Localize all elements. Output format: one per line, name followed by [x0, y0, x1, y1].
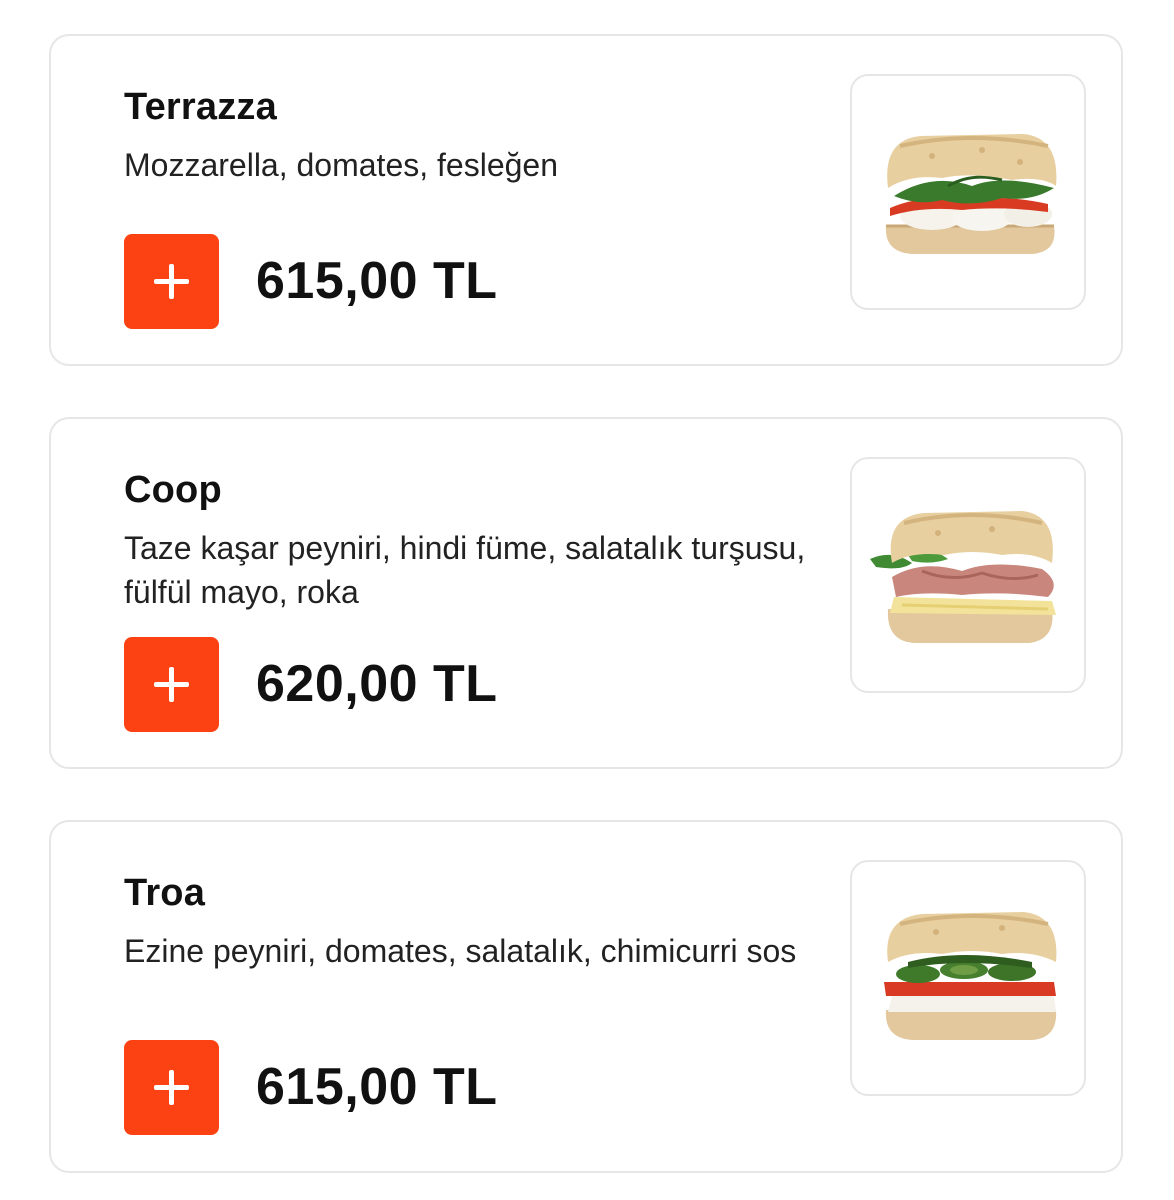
product-price: 615,00 TL [256, 252, 498, 310]
plus-icon [124, 234, 219, 329]
product-image[interactable] [850, 860, 1086, 1096]
product-price: 620,00 TL [256, 655, 498, 713]
plus-icon [124, 637, 219, 732]
product-image[interactable] [850, 457, 1086, 693]
add-to-cart-button[interactable] [124, 637, 219, 732]
add-to-cart-button[interactable] [124, 1040, 219, 1135]
product-name: Troa [124, 872, 206, 914]
sandwich-image [885, 134, 1057, 254]
sandwich-image [884, 912, 1057, 1040]
product-description: Taze kaşar peyniri, hindi füme, salatalı… [124, 530, 806, 610]
product-name: Terrazza [124, 86, 277, 128]
sandwich-image [870, 511, 1056, 643]
product-price: 615,00 TL [256, 1058, 498, 1116]
product-card[interactable]: Coop Taze kaşar peyniri, hindi füme, sal… [49, 417, 1123, 769]
product-name: Coop [124, 469, 222, 511]
product-card[interactable]: Terrazza Mozzarella, domates, fesleğen 6… [49, 34, 1123, 366]
plus-icon [124, 1040, 219, 1135]
product-image[interactable] [850, 74, 1086, 310]
product-card[interactable]: Troa Ezine peyniri, domates, salatalık, … [49, 820, 1123, 1173]
add-to-cart-button[interactable] [124, 234, 219, 329]
product-description: Mozzarella, domates, fesleğen [124, 147, 558, 183]
product-description: Ezine peyniri, domates, salatalık, chimi… [124, 933, 797, 969]
